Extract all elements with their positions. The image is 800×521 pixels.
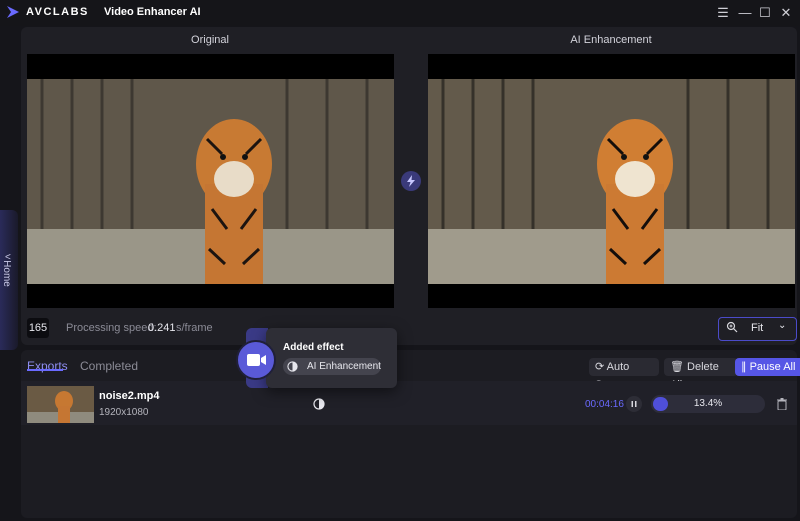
delete-all-button[interactable]: 🗑 Delete All	[664, 358, 738, 391]
minimize-icon[interactable]: —	[736, 4, 754, 22]
tiger-frame-original	[27, 79, 394, 284]
zoom-icon	[726, 321, 738, 333]
trash-icon: 🗑	[670, 361, 684, 373]
pause-all-label: Pause All	[749, 361, 796, 373]
thumbnail-image	[27, 386, 94, 423]
tiger-frame-enhanced	[428, 79, 795, 284]
home-label[interactable]: Home	[1, 260, 12, 287]
tab-completed[interactable]: Completed	[80, 359, 138, 373]
processing-speed-label: Processing speed:	[66, 322, 157, 334]
file-name: noise2.mp4	[99, 390, 160, 402]
progress-text: 13.4%	[693, 398, 723, 409]
original-video[interactable]	[27, 54, 394, 308]
elapsed-time: 00:04:16	[585, 399, 624, 410]
auto-save-icon: ⟳	[595, 361, 605, 373]
original-label: Original	[191, 34, 229, 46]
video-effect-icon	[236, 340, 276, 380]
processing-speed-value: 0.241	[148, 322, 176, 334]
swap-icon	[407, 175, 415, 187]
pause-icon	[631, 401, 637, 407]
menu-icon[interactable]: ☰	[714, 4, 732, 22]
enhanced-video[interactable]	[428, 54, 795, 308]
contrast-icon	[313, 398, 325, 410]
zoom-value: Fit	[751, 322, 764, 334]
effect-chip-label: AI Enhancement	[307, 361, 381, 372]
popup-title: Added effect	[283, 342, 344, 353]
maximize-icon[interactable]: ☐	[756, 4, 774, 22]
contrast-icon	[287, 361, 298, 372]
chevron-down-icon: ⌄	[778, 320, 787, 331]
video-thumbnail	[27, 386, 94, 423]
enhanced-label: AI Enhancement	[570, 34, 652, 46]
processing-speed-unit: s/frame	[176, 322, 213, 334]
camera-glyph	[247, 354, 266, 366]
brand-name: AVCLABS	[26, 6, 89, 18]
file-resolution: 1920x1080	[99, 407, 149, 418]
row-pause-button[interactable]	[626, 396, 642, 412]
logo-icon	[7, 6, 19, 18]
app-title: Video Enhancer AI	[104, 6, 201, 18]
pause-icon: ∥	[741, 361, 747, 373]
close-icon[interactable]: ✕	[777, 4, 795, 22]
pause-all-button[interactable]: ∥ Pause All	[735, 358, 800, 376]
frame-count: 165	[27, 318, 49, 338]
swap-button[interactable]	[401, 171, 421, 191]
tab-active-indicator	[27, 369, 63, 371]
trash-icon[interactable]	[777, 398, 787, 410]
auto-save-button[interactable]: ⟳ Auto Save	[589, 358, 659, 391]
